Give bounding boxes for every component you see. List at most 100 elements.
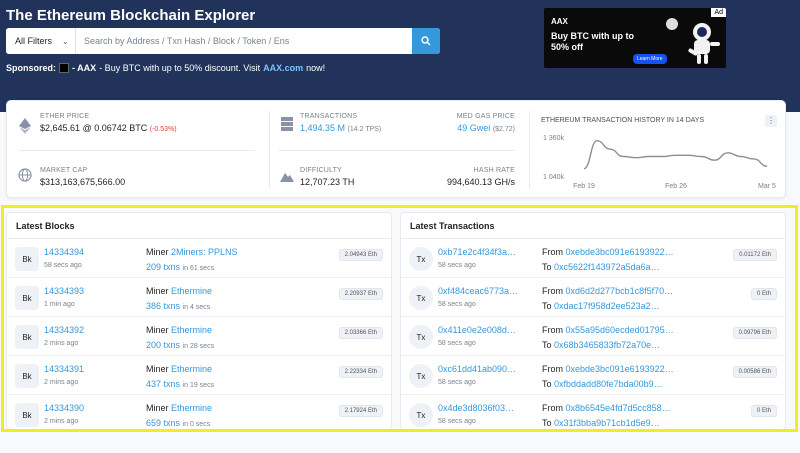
block-avatar: Bk (15, 403, 39, 427)
search-button[interactable] (412, 28, 440, 54)
chart-menu-button[interactable]: ⋮ (765, 115, 777, 127)
difficulty-value: 12,707.23 TH (300, 177, 355, 187)
filter-label: All Filters (15, 36, 53, 46)
data-point[interactable] (739, 155, 743, 159)
from-address-link[interactable]: 0xebde3bc091e6193922… (566, 247, 674, 257)
page-title: The Ethereum Blockchain Explorer (6, 7, 256, 24)
transactions-count[interactable]: 1,494.35 M (300, 123, 345, 133)
txns-link[interactable]: 386 txns (146, 301, 180, 311)
tx-age: 58 secs ago (438, 301, 476, 308)
tx-avatar: Tx (409, 364, 433, 388)
data-point[interactable] (713, 158, 717, 162)
miner-link[interactable]: Ethermine (171, 364, 212, 374)
moon-icon (666, 18, 678, 30)
miner-link[interactable]: Ethermine (171, 286, 212, 296)
block-row: Bk 14334394 58 secs ago Miner 2Miners: P… (7, 239, 391, 278)
miner-label: Miner (146, 247, 169, 257)
data-point[interactable] (765, 164, 769, 168)
filter-dropdown[interactable]: All Filters ⌄ (6, 28, 76, 54)
data-point[interactable] (621, 155, 625, 159)
data-point[interactable] (634, 156, 638, 160)
block-row: Bk 14334392 2 mins ago Miner Ethermine 2… (7, 317, 391, 356)
miner-link[interactable]: Ethermine (171, 403, 212, 413)
chart-title: ETHEREUM TRANSACTION HISTORY IN 14 DAYS (541, 117, 705, 124)
data-point[interactable] (660, 155, 664, 159)
sponsored-text: - Buy BTC with up to 50% discount. Visit (99, 63, 261, 73)
block-age: 58 secs ago (44, 262, 82, 269)
server-icon (281, 117, 293, 131)
search-bar: All Filters ⌄ (6, 28, 440, 54)
ad-text: Buy BTC with up to 50% off (551, 31, 634, 52)
transactions-value: 1,494.35 M (14.2 TPS) (300, 123, 381, 133)
market-cap-stat: MARKET CAP $313,163,675,566.00 (40, 167, 125, 187)
block-txns: 200 txns in 28 secs (146, 340, 214, 350)
data-point[interactable] (726, 151, 730, 155)
data-point[interactable] (700, 155, 704, 159)
tx-hash-link[interactable]: 0xf484ceac6773a… (438, 286, 518, 296)
hash-rate-value: 994,640.13 GH/s (446, 177, 515, 187)
data-point[interactable] (582, 167, 586, 171)
block-number-link[interactable]: 14334391 (44, 364, 84, 374)
block-time: in 28 secs (182, 343, 215, 350)
miner-label: Miner (146, 286, 169, 296)
block-reward-badge: 2.17924 Eth (338, 405, 383, 417)
to-address-link[interactable]: 0xc5622f143972a5da6a… (554, 262, 660, 272)
block-number-link[interactable]: 14334394 (44, 247, 84, 257)
tx-avatar: Tx (409, 403, 433, 427)
med-gas-value: 49 Gwei ($2.72) (425, 123, 515, 133)
stats-card: ETHER PRICE $2,645.61 @ 0.06742 BTC (-0.… (6, 100, 786, 198)
txns-link[interactable]: 200 txns (146, 340, 180, 350)
market-cap-value: $313,163,675,566.00 (40, 177, 126, 187)
block-age: 2 mins ago (44, 340, 79, 347)
sponsored-link[interactable]: AAX.com (263, 63, 303, 73)
data-point[interactable] (595, 139, 599, 143)
data-point[interactable] (674, 153, 678, 157)
to-address-link[interactable]: 0x31f3bba9b71cb1d5e9… (554, 418, 660, 428)
txns-link[interactable]: 659 txns (146, 418, 180, 428)
txns-link[interactable]: 209 txns (146, 262, 180, 272)
to-address-link[interactable]: 0x68b3465833fb72a70e… (554, 340, 660, 350)
miner-label: Miner (146, 325, 169, 335)
from-address-link[interactable]: 0x8b6545e4fd7d5cc858… (566, 403, 671, 413)
stats-divider (269, 111, 270, 189)
block-miner: Miner Ethermine (146, 325, 212, 335)
block-number-link[interactable]: 14334392 (44, 325, 84, 335)
tx-hash-link[interactable]: 0x4de3d8036f03… (438, 403, 514, 413)
data-point[interactable] (687, 153, 691, 157)
to-address-link[interactable]: 0xdac17f958d2ee523a2… (554, 301, 660, 311)
block-txns: 437 txns in 19 secs (146, 379, 214, 389)
txns-link[interactable]: 437 txns (146, 379, 180, 389)
transactions-list: Tx 0xb71e2c4f34f3a… 58 secs ago From 0xe… (401, 239, 785, 429)
med-gas-gwei[interactable]: 49 Gwei (457, 123, 490, 133)
tx-value-badge: 0.00586 Eth (732, 366, 777, 378)
tx-hash-link[interactable]: 0x411e0e2e008d… (438, 325, 516, 335)
block-age: 1 min ago (44, 301, 75, 308)
data-point[interactable] (752, 157, 756, 161)
tx-hash-link[interactable]: 0xb71e2c4f34f3a… (438, 247, 516, 257)
block-age: 2 mins ago (44, 379, 79, 386)
tx-from: From 0x8b6545e4fd7d5cc858… (542, 403, 671, 413)
transaction-row: Tx 0x411e0e2e008d… 58 secs ago From 0x55… (401, 317, 785, 356)
y-tick-label: 1 360k (543, 135, 565, 142)
block-reward-badge: 2.03366 Eth (338, 327, 383, 339)
data-point[interactable] (647, 155, 651, 159)
astronaut-icon (688, 23, 720, 64)
ad-tag: Ad (711, 8, 726, 17)
from-address-link[interactable]: 0xd6d2d277bcb1c8f5f70… (566, 286, 674, 296)
ad-learn-more-button[interactable]: Learn More (633, 54, 667, 64)
block-number-link[interactable]: 14334390 (44, 403, 84, 413)
from-label: From (542, 247, 563, 257)
miner-link[interactable]: 2Miners: PPLNS (171, 247, 238, 257)
ad-banner[interactable]: Ad AAX Buy BTC with up to 50% off Learn … (544, 8, 726, 68)
tx-to: To 0x68b3465833fb72a70e… (542, 340, 660, 350)
from-address-link[interactable]: 0xebde3bc091e6193922… (566, 364, 674, 374)
miner-link[interactable]: Ethermine (171, 325, 212, 335)
chevron-down-icon: ⌄ (62, 36, 69, 46)
block-number-link[interactable]: 14334393 (44, 286, 84, 296)
search-input[interactable] (76, 28, 412, 54)
data-point[interactable] (608, 147, 612, 151)
from-address-link[interactable]: 0x55a95d60ecded01795… (566, 325, 674, 335)
tx-hash-link[interactable]: 0xc61dd41ab090… (438, 364, 516, 374)
block-reward-badge: 2.04943 Eth (338, 249, 383, 261)
to-address-link[interactable]: 0xfbddadd80fe7bda00b9… (554, 379, 663, 389)
